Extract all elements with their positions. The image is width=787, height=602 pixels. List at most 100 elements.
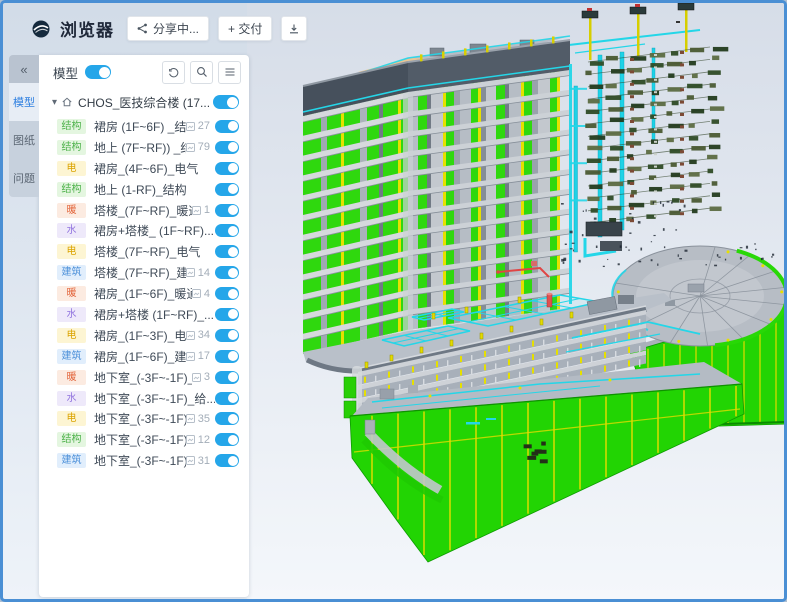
tree-item[interactable]: 水裙房+塔楼 (1F~RF)_... [39,304,249,325]
root-model-name: CHOS_医技综合楼 (17... [78,94,213,111]
model-name: 塔楼_(7F~RF)_电气 [94,243,215,260]
app-logo [31,19,51,39]
menu-button[interactable] [218,61,241,84]
discipline-badge: 水 [57,307,86,322]
model-name: 裙房_(1F~6F)_暖通 [94,285,192,302]
top-toolbar: 浏览器 分享中... + 交付 [31,16,307,41]
sheet-count-icon [186,456,195,465]
model-master-toggle[interactable] [85,65,111,79]
sheet-count: 34 [186,329,210,341]
deliver-button-label: + 交付 [228,20,262,37]
visibility-toggle[interactable] [215,287,239,300]
discipline-badge: 结构 [57,432,86,447]
caret-down-icon[interactable]: ▾ [52,97,57,108]
deliver-button[interactable]: + 交付 [218,16,272,41]
tree-item[interactable]: 结构地下室_(-3F~-1F)_结构12 [39,429,249,450]
tab-issues[interactable]: 问题 [9,159,39,197]
model-name: 地上 (1-RF)_结构 [94,181,215,198]
tree-item[interactable]: 结构地上 (1-RF)_结构 [39,179,249,200]
tree-item[interactable]: 水地下室_(-3F~-1F)_给... [39,388,249,409]
discipline-badge: 暖 [57,286,86,301]
tree-item[interactable]: 电裙房_(1F~3F)_电气34 [39,325,249,346]
discipline-badge: 电 [57,411,86,426]
model-name: 裙房_(1F~6F)_建筑 [94,348,186,365]
tree-item[interactable]: 建筑塔楼_(7F~RF)_建筑14 [39,262,249,283]
model-name: 塔楼_(7F~RF)_建筑 [94,264,186,281]
visibility-toggle[interactable] [215,350,239,363]
sheet-count: 3 [192,371,210,383]
tree-item[interactable]: 电裙房_(4F~6F)_电气 [39,158,249,179]
visibility-toggle[interactable] [215,245,239,258]
tab-model[interactable]: 模型 [9,83,39,121]
visibility-toggle[interactable] [215,308,239,321]
model-name: 塔楼_(7F~RF)_暖通 [94,202,192,219]
model-tree-panel: 模型 ▾ [39,55,249,597]
root-visibility-toggle[interactable] [213,95,239,109]
tree-root-node[interactable]: ▾ CHOS_医技综合楼 (17... [39,91,249,113]
tree-item[interactable]: 水裙房+塔楼_ (1F~RF)... [39,220,249,241]
sheet-count-icon [192,373,201,382]
discipline-badge: 电 [57,244,86,259]
visibility-toggle[interactable] [215,266,239,279]
model-name: 地下室_(-3F~-1F)_暖通 [94,369,192,386]
page-title: 浏览器 [60,16,114,41]
panel-header-label: 模型 [53,63,78,82]
share-button[interactable]: 分享中... [127,16,209,41]
tree-item[interactable]: 暖裙房_(1F~6F)_暖通4 [39,283,249,304]
visibility-toggle[interactable] [215,329,239,342]
visibility-toggle[interactable] [215,204,239,217]
panel-header: 模型 [39,55,249,89]
collapse-panel-button[interactable]: « [9,55,39,83]
tree-item[interactable]: 建筑地下室_(-3F~-1F)_建筑31 [39,450,249,471]
tree-item[interactable]: 电塔楼_(7F~RF)_电气 [39,241,249,262]
discipline-badge: 结构 [57,182,86,197]
tree-item[interactable]: 电地下室_(-3F~-1F)_电气35 [39,408,249,429]
sheet-count-icon [186,122,195,131]
sheet-count: 12 [186,434,210,446]
visibility-toggle[interactable] [215,162,239,175]
discipline-badge: 建筑 [57,349,86,364]
tree-item[interactable]: 暖塔楼_(7F~RF)_暖通1 [39,200,249,221]
download-icon [288,23,300,35]
sheet-count: 1 [192,204,210,216]
visibility-toggle[interactable] [215,224,239,237]
visibility-toggle[interactable] [215,433,239,446]
sheet-count-icon [186,268,195,277]
share-button-label: 分享中... [153,20,199,37]
sheet-count-icon [186,352,195,361]
download-button[interactable] [281,16,307,41]
discipline-badge: 电 [57,161,86,176]
visibility-toggle[interactable] [215,392,239,405]
sheet-count-icon [186,435,195,444]
sheet-count: 31 [186,455,210,467]
visibility-toggle[interactable] [215,371,239,384]
tree-item[interactable]: 结构裙房 (1F~6F) _结构...27 [39,116,249,137]
sheet-count: 79 [186,141,210,153]
discipline-badge: 电 [57,328,86,343]
tree-item[interactable]: 结构地上 (7F~RF)) _结构...79 [39,137,249,158]
tab-drawings[interactable]: 图纸 [9,121,39,159]
sheet-count-icon [186,331,195,340]
sheet-count-icon [192,206,201,215]
tree-item[interactable]: 暖地下室_(-3F~-1F)_暖通3 [39,367,249,388]
view-history-button[interactable] [162,61,185,84]
discipline-badge: 暖 [57,203,86,218]
visibility-toggle[interactable] [215,412,239,425]
sheet-count: 14 [186,267,210,279]
sheet-count: 35 [186,413,210,425]
tree-item[interactable]: 建筑裙房_(1F~6F)_建筑17 [39,346,249,367]
viewport-3d-canvas[interactable] [247,3,787,599]
visibility-toggle[interactable] [215,183,239,196]
visibility-toggle[interactable] [215,120,239,133]
visibility-toggle[interactable] [215,141,239,154]
visibility-toggle[interactable] [215,454,239,467]
model-name: 裙房+塔楼 (1F~RF)_... [94,306,215,323]
search-button[interactable] [190,61,213,84]
discipline-badge: 建筑 [57,453,86,468]
search-icon [196,66,208,78]
sheet-count: 4 [192,288,210,300]
sheet-count: 17 [186,350,210,362]
sheet-count-icon [186,143,195,152]
history-icon [167,66,180,79]
model-tree-list: 结构裙房 (1F~6F) _结构...27结构地上 (7F~RF)) _结构..… [39,116,249,471]
